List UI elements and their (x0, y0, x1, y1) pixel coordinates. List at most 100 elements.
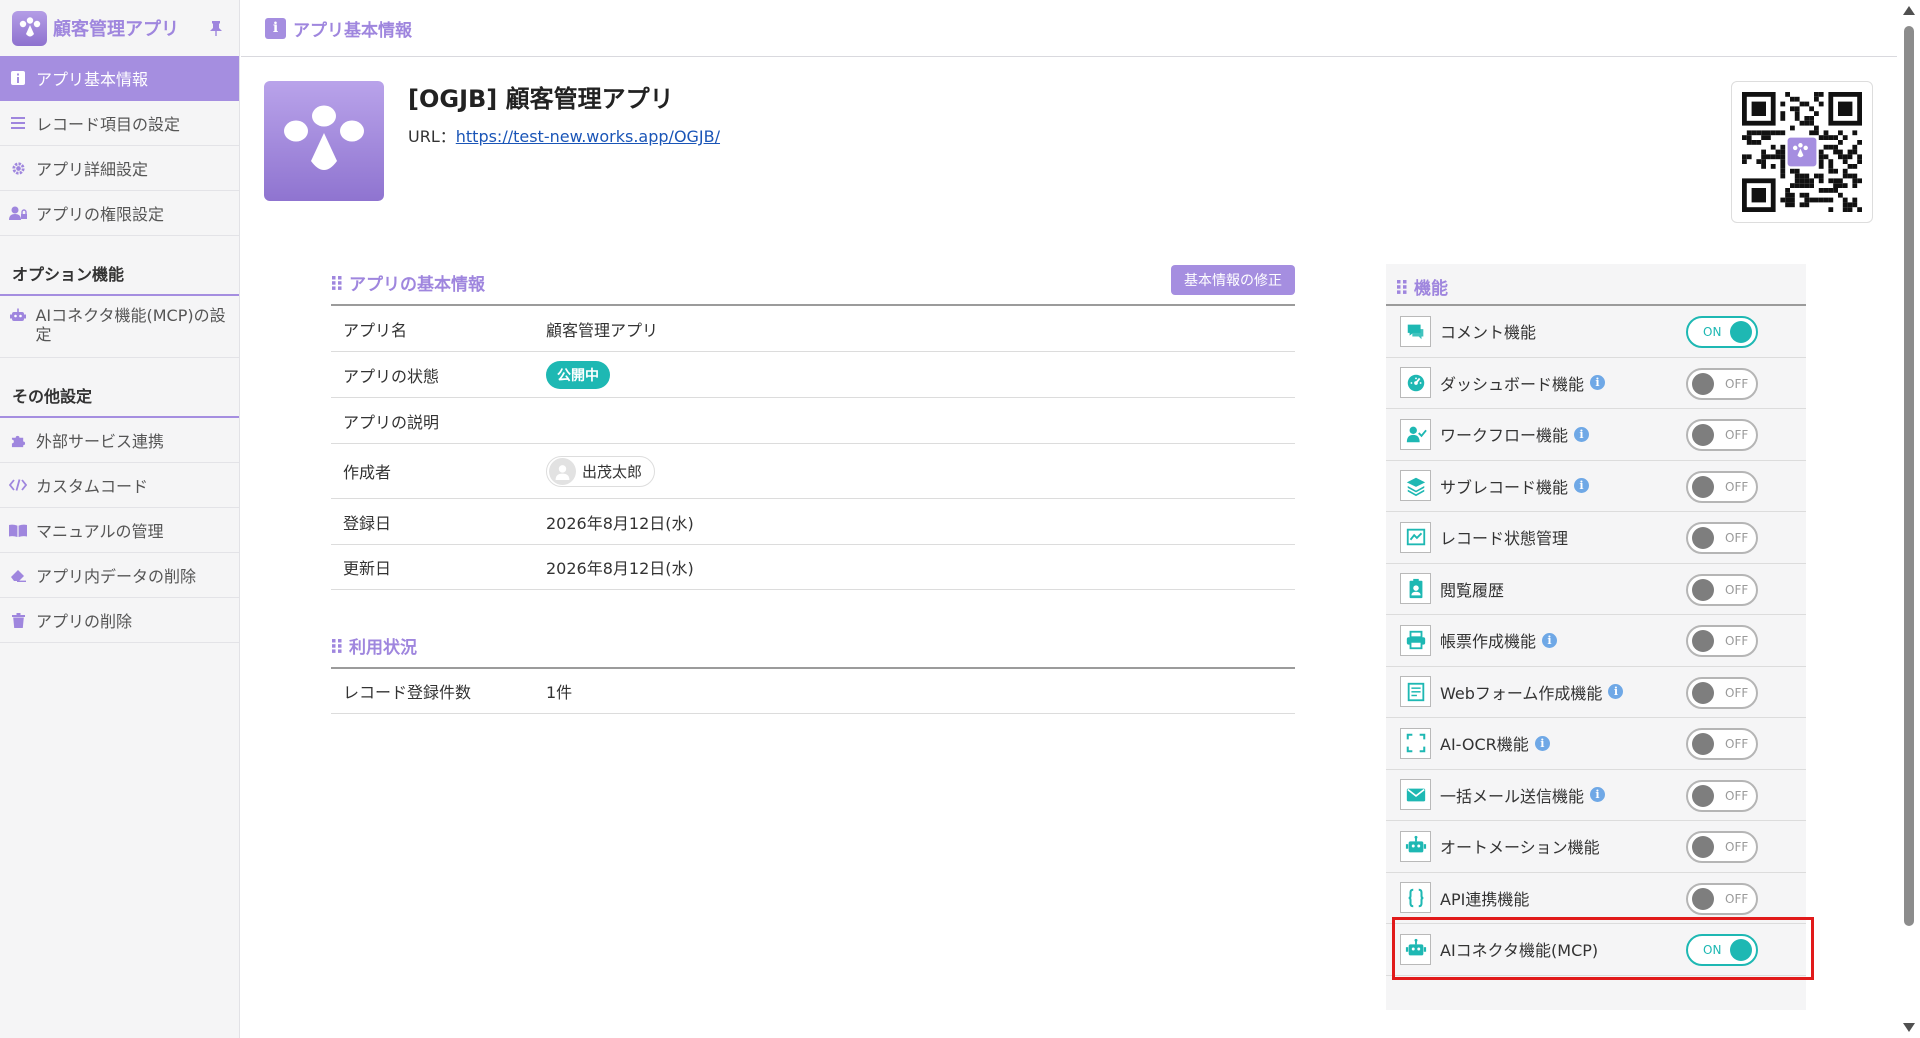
toggle-state-label: OFF (1725, 428, 1749, 442)
feature-toggle[interactable]: OFF (1686, 676, 1758, 709)
workflow-icon (1400, 418, 1431, 450)
row-key: レコード登録件数 (343, 683, 472, 702)
sidebar-item-label: 外部サービス連携 (36, 432, 165, 451)
feature-toggle[interactable]: OFF (1686, 419, 1758, 451)
trash-icon (9, 611, 27, 629)
toggle-knob (1692, 372, 1714, 395)
feature-toggle[interactable]: OFF (1686, 470, 1758, 503)
toggle-knob (1692, 630, 1714, 652)
grip-icon (332, 275, 342, 290)
feature-row: Webフォーム作成機能 i OFF (1386, 667, 1806, 718)
sidebar-section-options: オプション機能 (0, 236, 239, 296)
feature-toggle[interactable]: ON (1686, 934, 1758, 966)
toggle-knob (1692, 836, 1714, 858)
info-tooltip-icon[interactable]: i (1590, 787, 1606, 803)
feature-label: レコード状態管理 (1440, 529, 1569, 549)
toggle-knob (1730, 321, 1752, 343)
feature-row: AIコネクタ機能(MCP) ON (1386, 924, 1806, 976)
scrollbar[interactable] (1898, 0, 1920, 1038)
brand-title[interactable]: 顧客管理アプリ (53, 15, 205, 41)
row-key: 登録日 (343, 513, 392, 533)
pin-icon[interactable] (205, 17, 227, 39)
creator-chip[interactable]: 出茂太郎 (546, 455, 656, 487)
status-icon (1400, 521, 1431, 553)
feature-toggle[interactable]: OFF (1686, 831, 1758, 863)
app-logo-icon (284, 105, 364, 170)
sidebar-item-permissions[interactable]: アプリの権限設定 (0, 191, 239, 236)
feature-row: 一括メール送信機能 i OFF (1386, 770, 1806, 821)
sidebar-item-label: AIコネクタ機能(MCP)の設定 (35, 306, 226, 344)
gear-icon (9, 159, 27, 177)
form-icon (1400, 676, 1431, 708)
book-icon (9, 521, 27, 539)
scroll-thumb[interactable] (1904, 26, 1914, 926)
sidebar-item-label: アプリの権限設定 (36, 205, 165, 224)
info-tooltip-icon[interactable]: i (1534, 735, 1550, 751)
grip-icon (332, 638, 342, 653)
grip-icon (1397, 279, 1407, 294)
feature-row: API連携機能 OFF (1386, 873, 1806, 924)
page-title: アプリ基本情報 (293, 20, 412, 41)
app-url-link[interactable]: https://test-new.works.app/OGJB/ (456, 127, 720, 146)
toggle-state-label: ON (1703, 325, 1722, 339)
creator-name: 出茂太郎 (582, 462, 643, 481)
app-logo-icon (12, 10, 47, 46)
feature-toggle[interactable]: OFF (1686, 625, 1758, 657)
info-tooltip-icon[interactable]: i (1608, 684, 1624, 700)
toggle-knob (1692, 475, 1714, 498)
usage-heading: 利用状況 (331, 633, 417, 658)
scroll-up-arrow-icon[interactable] (1903, 6, 1915, 15)
toggle-state-label: OFF (1725, 582, 1749, 597)
feature-row: ワークフロー機能 i OFF (1386, 409, 1806, 461)
users-lock-icon (9, 204, 27, 222)
brand: 顧客管理アプリ (0, 0, 239, 56)
sidebar-item-label: アプリ基本情報 (36, 70, 149, 89)
sidebar-item-delete-data[interactable]: アプリ内データの削除 (0, 553, 239, 598)
edit-basic-info-button[interactable]: 基本情報の修正 (1171, 265, 1295, 295)
sidebar-item-manual[interactable]: マニュアルの管理 (0, 508, 239, 553)
info-tooltip-icon[interactable]: i (1590, 375, 1606, 391)
feature-row: ダッシュボード機能 i OFF (1386, 358, 1806, 409)
comment-icon (1400, 315, 1431, 347)
avatar (549, 457, 576, 485)
code-icon (9, 476, 27, 494)
feature-toggle[interactable]: OFF (1686, 728, 1758, 760)
sidebar-item-delete-app[interactable]: アプリの削除 (0, 598, 239, 643)
feature-toggle[interactable]: OFF (1686, 779, 1758, 812)
toggle-state-label: OFF (1725, 788, 1749, 803)
feature-label: ダッシュボード機能 (1440, 374, 1585, 394)
toggle-state-label: OFF (1725, 737, 1749, 751)
toggle-state-label: OFF (1725, 891, 1749, 906)
feature-label: サブレコード機能 (1440, 477, 1569, 497)
sidebar-item-app-settings[interactable]: アプリ詳細設定 (0, 146, 239, 191)
row-value: 顧客管理アプリ (546, 320, 659, 340)
app-url-line: URL：https://test-new.works.app/OGJB/ (408, 123, 720, 147)
toggle-knob (1692, 424, 1714, 446)
info-icon (9, 69, 27, 87)
sidebar-item-ai-connector[interactable]: AIコネクタ機能(MCP)の設定 (0, 296, 239, 358)
sidebar-item-label: レコード項目の設定 (36, 115, 181, 134)
sidebar-item-custom-code[interactable]: カスタムコード (0, 463, 239, 508)
info-tooltip-icon[interactable]: i (1574, 478, 1590, 494)
feature-label: 帳票作成機能 (1440, 632, 1537, 652)
feature-toggle[interactable]: ON (1686, 316, 1758, 348)
feature-toggle[interactable]: OFF (1686, 522, 1758, 554)
feature-row: 閲覧履歴 OFF (1386, 564, 1806, 615)
sidebar-item-external-services[interactable]: 外部サービス連携 (0, 418, 239, 463)
feature-row: AI-OCR機能 i OFF (1386, 718, 1806, 770)
feature-label: コメント機能 (1440, 323, 1537, 343)
app-logo-large (264, 81, 384, 201)
scroll-down-arrow-icon[interactable] (1903, 1023, 1915, 1032)
feature-row: レコード状態管理 OFF (1386, 512, 1806, 564)
info-tooltip-icon[interactable]: i (1574, 426, 1590, 442)
feature-toggle[interactable]: OFF (1686, 882, 1758, 915)
toggle-state-label: OFF (1725, 634, 1749, 648)
sidebar-item-label: カスタムコード (36, 477, 149, 496)
feature-toggle[interactable]: OFF (1686, 367, 1758, 400)
toggle-state-label: OFF (1725, 479, 1749, 494)
feature-label: AIコネクタ機能(MCP) (1440, 941, 1599, 961)
sidebar-item-record-fields[interactable]: レコード項目の設定 (0, 101, 239, 146)
sidebar-item-basic-info[interactable]: アプリ基本情報 (0, 56, 239, 101)
feature-toggle[interactable]: OFF (1686, 573, 1758, 606)
info-tooltip-icon[interactable]: i (1542, 632, 1558, 648)
